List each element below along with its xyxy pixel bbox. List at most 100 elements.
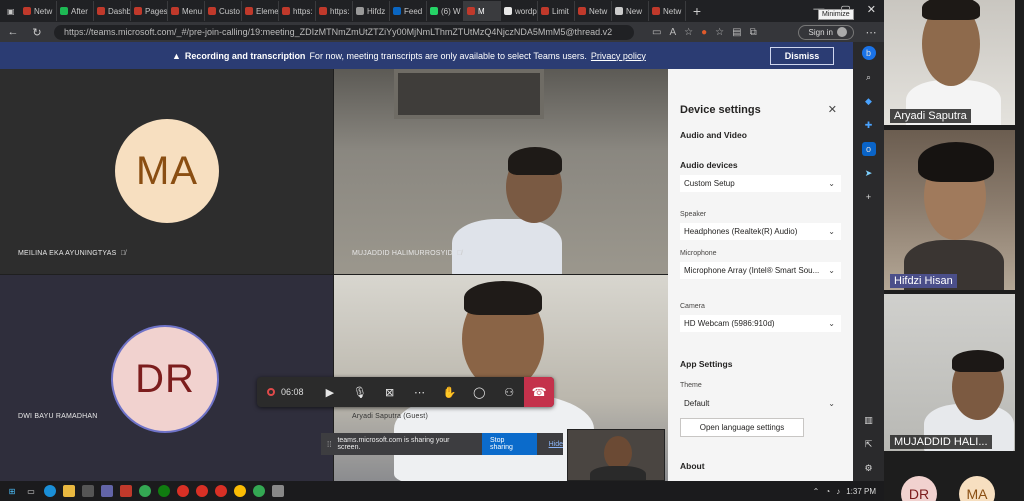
- browser-tab[interactable]: wordp: [501, 1, 538, 21]
- settings-gear-icon[interactable]: ⚙: [862, 461, 876, 475]
- theme-select[interactable]: Default ⌄: [680, 395, 841, 412]
- address-bar: ← ↻ https://teams.microsoft.com/_#/pre-j…: [0, 22, 884, 42]
- tools-icon[interactable]: ✚: [862, 118, 876, 132]
- browser-tab[interactable]: Netw: [649, 1, 686, 21]
- extension-icon[interactable]: ●: [701, 27, 707, 38]
- raise-hand-icon[interactable]: ✋: [434, 377, 464, 407]
- browser-tab[interactable]: https:: [316, 1, 353, 21]
- participant-tile-ma[interactable]: MA MEILINA EKA AYUNINGTYAS 🎙̸: [0, 69, 333, 274]
- participant-tile-mh[interactable]: MUJADDID HALIMURROSYID 🎙̸: [334, 69, 668, 274]
- browser-tab[interactable]: Netw: [575, 1, 612, 21]
- close-icon[interactable]: ✕: [828, 103, 837, 116]
- microphone-select[interactable]: Microphone Array (Intel® Smart Sou... ⌄: [680, 262, 841, 279]
- task-view-icon[interactable]: ▭: [25, 485, 37, 497]
- browser-tab[interactable]: Menu: [168, 1, 205, 21]
- send-icon[interactable]: ➤: [862, 166, 876, 180]
- browser-tab[interactable]: Dashb: [94, 1, 131, 21]
- browser-tab[interactable]: Hifdz: [353, 1, 390, 21]
- chrome-icon-2[interactable]: [234, 485, 246, 497]
- tab-label: Dashb: [108, 6, 131, 16]
- read-aloud-icon[interactable]: A: [669, 27, 676, 38]
- drag-grip-icon[interactable]: ⁞⁞: [327, 440, 331, 449]
- browser-tab[interactable]: (6) W: [427, 1, 464, 21]
- participant-avatar[interactable]: DR: [901, 476, 937, 501]
- external-link-icon[interactable]: ⇱: [862, 437, 876, 451]
- more-menu-icon[interactable]: ⋯: [864, 26, 878, 39]
- browser-tab[interactable]: Custo: [205, 1, 242, 21]
- windows-start-icon[interactable]: ⊞: [6, 485, 18, 497]
- tab-label: Limit: [552, 6, 569, 16]
- split-screen-icon[interactable]: ▥: [862, 413, 876, 427]
- hide-link[interactable]: Hide: [549, 441, 563, 448]
- search-icon[interactable]: ⌕: [862, 70, 876, 84]
- about-heading[interactable]: About: [680, 461, 705, 471]
- url-field[interactable]: https://teams.microsoft.com/_#/pre-join-…: [54, 24, 634, 40]
- sign-in-button[interactable]: Sign in: [797, 24, 854, 40]
- chrome-icon[interactable]: [139, 485, 151, 497]
- camera-permission-icon[interactable]: ▭: [652, 27, 661, 38]
- shopping-icon[interactable]: ◆: [862, 94, 876, 108]
- favorite-star-icon[interactable]: ☆: [684, 27, 693, 38]
- outlook-icon[interactable]: o: [861, 142, 876, 156]
- participant-video-2[interactable]: Hifdzi Hisan: [884, 130, 1015, 290]
- chevron-up-icon[interactable]: ⌃: [813, 487, 820, 496]
- app-icon-red-3[interactable]: [215, 485, 227, 497]
- chat-icon[interactable]: ◯: [464, 377, 494, 407]
- close-window-button[interactable]: ✕: [867, 3, 876, 16]
- browser-tab[interactable]: Pages: [131, 1, 168, 21]
- app-icon-red[interactable]: [177, 485, 189, 497]
- share-screen-icon[interactable]: ⊠: [375, 377, 405, 407]
- camera-toggle-icon[interactable]: ▶: [315, 377, 345, 407]
- participants-icon[interactable]: ⚇: [494, 377, 524, 407]
- dismiss-button[interactable]: Dismiss: [770, 47, 834, 65]
- microphone-toggle-icon[interactable]: 🎙: [345, 377, 375, 407]
- chrome-icon-3[interactable]: [253, 485, 265, 497]
- xbox-icon[interactable]: [158, 485, 170, 497]
- collections-icon[interactable]: ▤: [732, 27, 741, 38]
- bing-icon[interactable]: b: [861, 46, 876, 60]
- privacy-policy-link[interactable]: Privacy policy: [591, 51, 646, 61]
- volume-icon[interactable]: ♪: [836, 487, 840, 496]
- tab-label: New: [626, 6, 643, 16]
- browser-tab[interactable]: Feed: [390, 1, 427, 21]
- participant-avatar[interactable]: MA: [959, 476, 995, 501]
- participant-video-1[interactable]: Aryadi Saputra: [884, 0, 1015, 125]
- camera-select[interactable]: HD Webcam (5986:910d) ⌄: [680, 315, 841, 332]
- participant-name: MUJADDID HALI...: [890, 435, 992, 449]
- screen-share-icon[interactable]: ⧉: [750, 27, 757, 38]
- network-icon[interactable]: ◔: [825, 487, 830, 496]
- store-icon[interactable]: [82, 485, 94, 497]
- add-icon[interactable]: +: [862, 190, 876, 204]
- camera-value: HD Webcam (5986:910d): [684, 319, 775, 328]
- system-tray: ⌃ ◔ ♪ 1:37 PM: [813, 487, 884, 496]
- browser-tab[interactable]: M: [464, 1, 501, 21]
- teams-taskbar-icon[interactable]: [101, 485, 113, 497]
- leave-call-button[interactable]: ☎: [524, 377, 554, 407]
- app-icon[interactable]: [120, 485, 132, 497]
- stop-sharing-button[interactable]: Stop sharing: [481, 433, 537, 455]
- participant-video-3[interactable]: MUJADDID HALI...: [884, 294, 1015, 451]
- self-preview-video[interactable]: [567, 429, 665, 481]
- back-arrow-icon[interactable]: ←: [6, 26, 20, 38]
- open-language-settings-button[interactable]: Open language settings: [680, 418, 804, 437]
- more-actions-icon[interactable]: ⋯: [405, 377, 435, 407]
- device-settings-panel: Device settings ✕ Audio and Video Audio …: [668, 69, 853, 481]
- tab-actions-icon[interactable]: ▣: [4, 1, 20, 21]
- browser-tab[interactable]: Netw: [20, 1, 57, 21]
- app-icon-red-2[interactable]: [196, 485, 208, 497]
- browser-tab[interactable]: Eleme: [242, 1, 279, 21]
- call-timer: 06:08: [280, 387, 304, 397]
- file-explorer-icon[interactable]: [63, 485, 75, 497]
- refresh-icon[interactable]: ↻: [30, 26, 44, 39]
- app-icon-grey[interactable]: [272, 485, 284, 497]
- speaker-select[interactable]: Headphones (Realtek(R) Audio) ⌄: [680, 223, 841, 240]
- clock-time[interactable]: 1:37 PM: [846, 487, 876, 496]
- browser-tab[interactable]: New: [612, 1, 649, 21]
- new-tab-button[interactable]: +: [686, 3, 708, 19]
- audio-devices-select[interactable]: Custom Setup ⌄: [680, 175, 841, 192]
- favorites-icon[interactable]: ☆: [715, 27, 724, 38]
- browser-tab[interactable]: After: [57, 1, 94, 21]
- browser-tab[interactable]: https:: [279, 1, 316, 21]
- browser-tab[interactable]: Limit: [538, 1, 575, 21]
- edge-taskbar-icon[interactable]: [44, 485, 56, 497]
